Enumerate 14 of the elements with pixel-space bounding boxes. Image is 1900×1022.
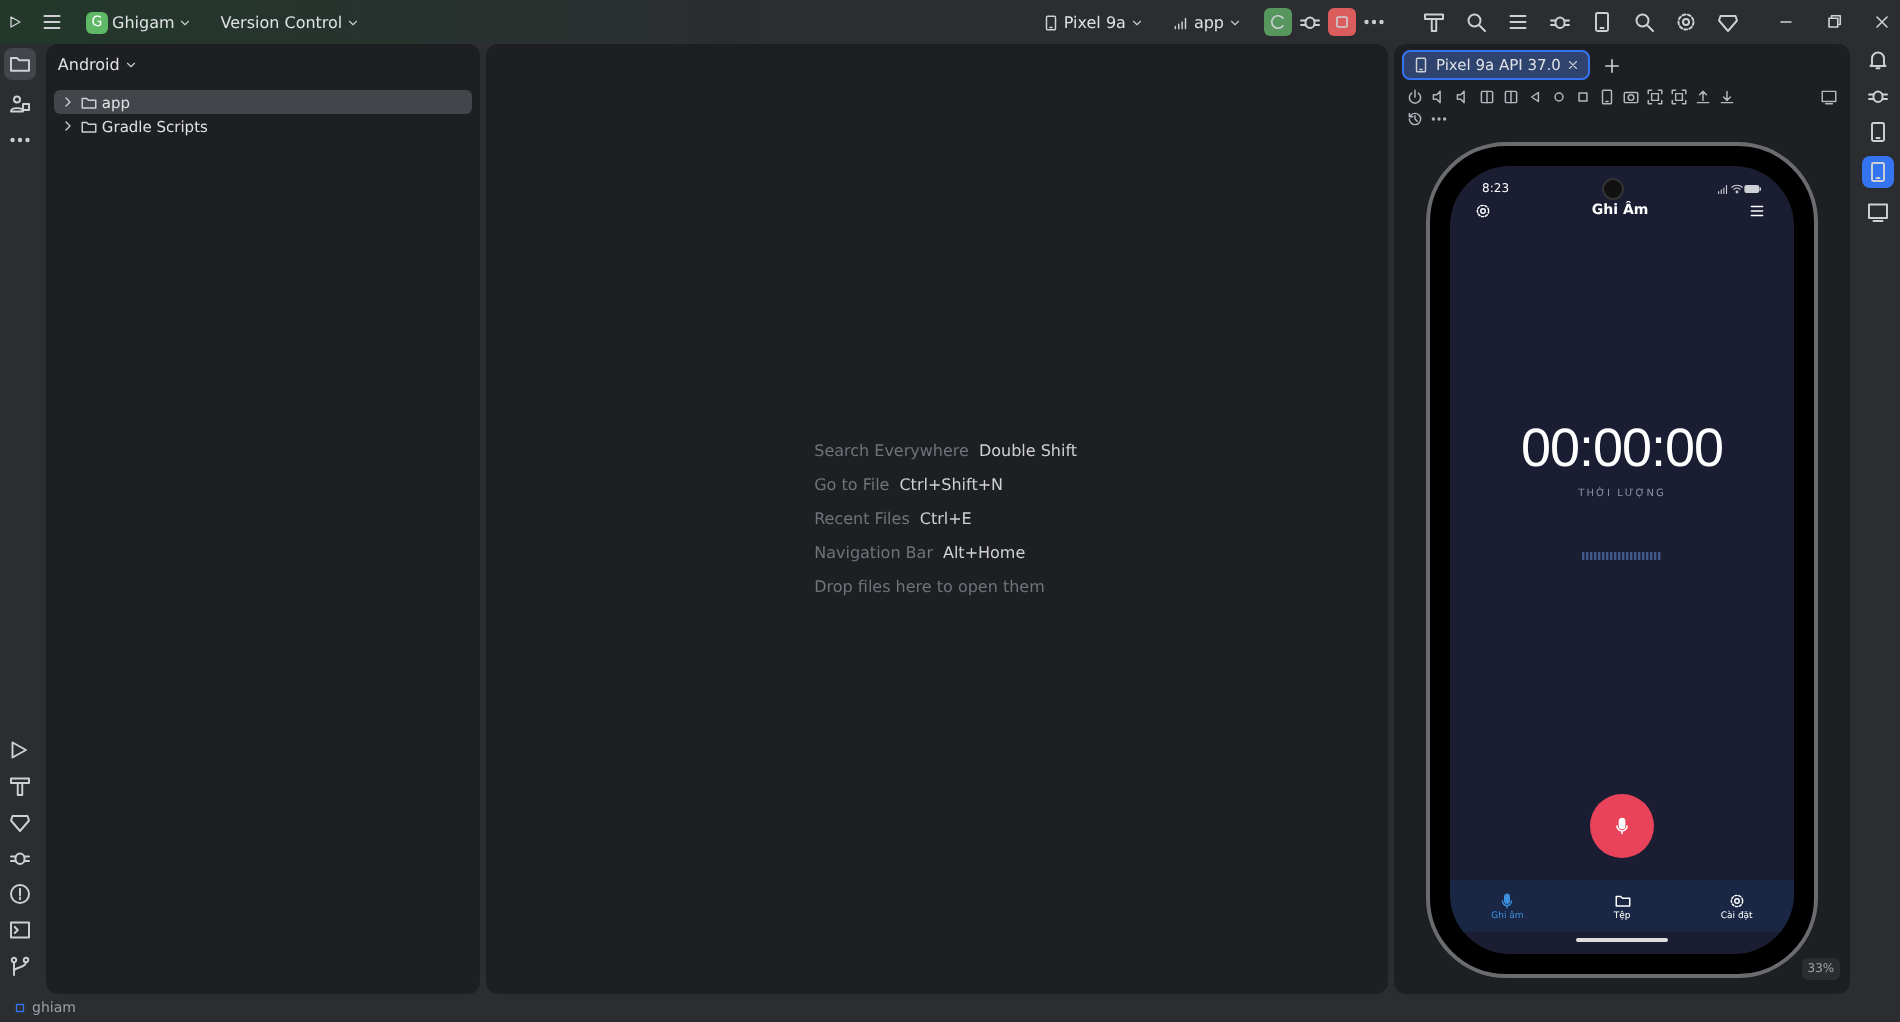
hint-text: Navigation Bar [814, 544, 933, 562]
timer-text: 00:00:00 [1520, 418, 1724, 480]
hint-text: Drop files here to open them [814, 578, 1045, 596]
hint-text: Go to File [814, 476, 890, 494]
shortcut-text: Ctrl+Shift+N [899, 476, 1004, 494]
vcs-menu[interactable]: Version Control [214, 9, 367, 35]
shortcut-text: Double Shift [978, 442, 1078, 460]
shortcut-text: Alt+Home [942, 544, 1026, 562]
project-view-selector[interactable]: Android [53, 52, 473, 90]
run-config-selector[interactable]: app [1165, 9, 1248, 35]
hint-text: Search Everywhere [814, 442, 969, 460]
hint-text: Recent Files [814, 510, 910, 528]
shortcut-text: Ctrl+E [919, 510, 972, 528]
device-selector[interactable]: Pixel 9a [1035, 9, 1150, 35]
